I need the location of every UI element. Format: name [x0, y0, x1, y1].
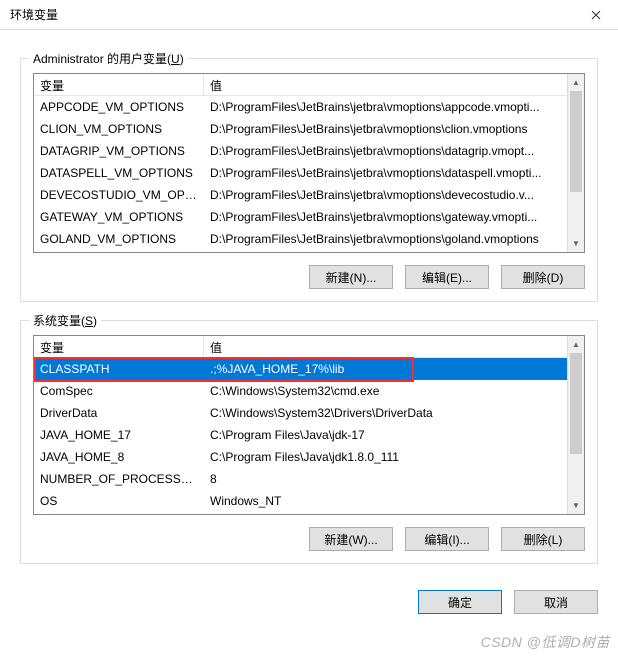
- sys-edit-button[interactable]: 编辑(I)...: [405, 527, 489, 551]
- scroll-thumb[interactable]: [570, 353, 582, 454]
- close-icon[interactable]: [573, 0, 618, 30]
- user-delete-button[interactable]: 删除(D): [501, 265, 585, 289]
- scrollbar[interactable]: ▲ ▼: [567, 74, 584, 252]
- var-name: CLASSPATH: [34, 362, 204, 376]
- table-row[interactable]: CLASSPATH.;%JAVA_HOME_17%\lib: [34, 358, 584, 380]
- scroll-down-icon[interactable]: ▼: [568, 235, 584, 252]
- table-row[interactable]: GOLAND_VM_OPTIONSD:\ProgramFiles\JetBrai…: [34, 228, 584, 250]
- var-value: C:\Program Files\Java\jdk-17: [204, 428, 584, 442]
- user-new-button[interactable]: 新建(N)...: [309, 265, 393, 289]
- table-row[interactable]: CLION_VM_OPTIONSD:\ProgramFiles\JetBrain…: [34, 118, 584, 140]
- sys-delete-button[interactable]: 删除(L): [501, 527, 585, 551]
- var-value: D:\ProgramFiles\JetBrains\jetbra\vmoptio…: [204, 210, 584, 224]
- var-value: D:\ProgramFiles\JetBrains\jetbra\vmoptio…: [204, 232, 584, 246]
- ok-button[interactable]: 确定: [418, 590, 502, 614]
- col-value[interactable]: 值: [204, 74, 584, 95]
- var-value: C:\Windows\System32\cmd.exe: [204, 384, 584, 398]
- scroll-track[interactable]: [568, 91, 584, 235]
- table-row[interactable]: JAVA_HOME_8C:\Program Files\Java\jdk1.8.…: [34, 446, 584, 468]
- user-variables-group: Administrator 的用户变量(U) 变量 值 APPCODE_VM_O…: [20, 58, 598, 302]
- var-value: D:\ProgramFiles\JetBrains\jetbra\vmoptio…: [204, 188, 584, 202]
- scroll-up-icon[interactable]: ▲: [568, 336, 584, 353]
- var-value: D:\ProgramFiles\JetBrains\jetbra\vmoptio…: [204, 122, 584, 136]
- col-name[interactable]: 变量: [34, 336, 204, 357]
- var-name: DATAGRIP_VM_OPTIONS: [34, 144, 204, 158]
- var-name: DATASPELL_VM_OPTIONS: [34, 166, 204, 180]
- cancel-button[interactable]: 取消: [514, 590, 598, 614]
- var-name: GOLAND_VM_OPTIONS: [34, 232, 204, 246]
- col-value[interactable]: 值: [204, 336, 584, 357]
- var-value: D:\ProgramFiles\JetBrains\jetbra\vmoptio…: [204, 100, 584, 114]
- var-name: GATEWAY_VM_OPTIONS: [34, 210, 204, 224]
- var-name: CLION_VM_OPTIONS: [34, 122, 204, 136]
- user-variables-table[interactable]: 变量 值 APPCODE_VM_OPTIONSD:\ProgramFiles\J…: [33, 73, 585, 253]
- window-title: 环境变量: [10, 6, 58, 23]
- scroll-down-icon[interactable]: ▼: [568, 497, 584, 514]
- var-value: Windows_NT: [204, 494, 584, 508]
- col-name[interactable]: 变量: [34, 74, 204, 95]
- table-header: 变量 值: [34, 336, 584, 358]
- table-row[interactable]: JAVA_HOME_17C:\Program Files\Java\jdk-17: [34, 424, 584, 446]
- var-value: 8: [204, 472, 584, 486]
- system-variables-label: 系统变量(S): [29, 312, 101, 329]
- var-value: C:\Windows\System32\Drivers\DriverData: [204, 406, 584, 420]
- table-row[interactable]: DEVECOSTUDIO_VM_OPT...D:\ProgramFiles\Je…: [34, 184, 584, 206]
- table-row[interactable]: GATEWAY_VM_OPTIONSD:\ProgramFiles\JetBra…: [34, 206, 584, 228]
- table-header: 变量 值: [34, 74, 584, 96]
- table-row[interactable]: NUMBER_OF_PROCESSORS8: [34, 468, 584, 490]
- table-row[interactable]: DriverDataC:\Windows\System32\Drivers\Dr…: [34, 402, 584, 424]
- var-name: JAVA_HOME_8: [34, 450, 204, 464]
- watermark: CSDN @低调D树苗: [481, 632, 610, 652]
- scroll-up-icon[interactable]: ▲: [568, 74, 584, 91]
- var-value: D:\ProgramFiles\JetBrains\jetbra\vmoptio…: [204, 166, 584, 180]
- scroll-thumb[interactable]: [570, 91, 582, 192]
- var-name: ComSpec: [34, 384, 204, 398]
- user-edit-button[interactable]: 编辑(E)...: [405, 265, 489, 289]
- var-name: NUMBER_OF_PROCESSORS: [34, 472, 204, 486]
- system-variables-group: 系统变量(S) 变量 值 CLASSPATH.;%JAVA_HOME_17%\l…: [20, 320, 598, 564]
- var-name: APPCODE_VM_OPTIONS: [34, 100, 204, 114]
- sys-new-button[interactable]: 新建(W)...: [309, 527, 393, 551]
- var-name: JAVA_HOME_17: [34, 428, 204, 442]
- table-row[interactable]: DATAGRIP_VM_OPTIONSD:\ProgramFiles\JetBr…: [34, 140, 584, 162]
- table-row[interactable]: OSWindows_NT: [34, 490, 584, 512]
- var-name: OS: [34, 494, 204, 508]
- scrollbar[interactable]: ▲ ▼: [567, 336, 584, 514]
- user-variables-label: Administrator 的用户变量(U): [29, 50, 188, 67]
- var-value: C:\Program Files\Java\jdk1.8.0_111: [204, 450, 584, 464]
- table-row[interactable]: DATASPELL_VM_OPTIONSD:\ProgramFiles\JetB…: [34, 162, 584, 184]
- table-row[interactable]: APPCODE_VM_OPTIONSD:\ProgramFiles\JetBra…: [34, 96, 584, 118]
- var-value: D:\ProgramFiles\JetBrains\jetbra\vmoptio…: [204, 144, 584, 158]
- scroll-track[interactable]: [568, 353, 584, 497]
- var-value: .;%JAVA_HOME_17%\lib: [204, 362, 584, 376]
- system-variables-table[interactable]: 变量 值 CLASSPATH.;%JAVA_HOME_17%\libComSpe…: [33, 335, 585, 515]
- table-row[interactable]: ComSpecC:\Windows\System32\cmd.exe: [34, 380, 584, 402]
- titlebar: 环境变量: [0, 0, 618, 30]
- var-name: DriverData: [34, 406, 204, 420]
- var-name: DEVECOSTUDIO_VM_OPT...: [34, 188, 204, 202]
